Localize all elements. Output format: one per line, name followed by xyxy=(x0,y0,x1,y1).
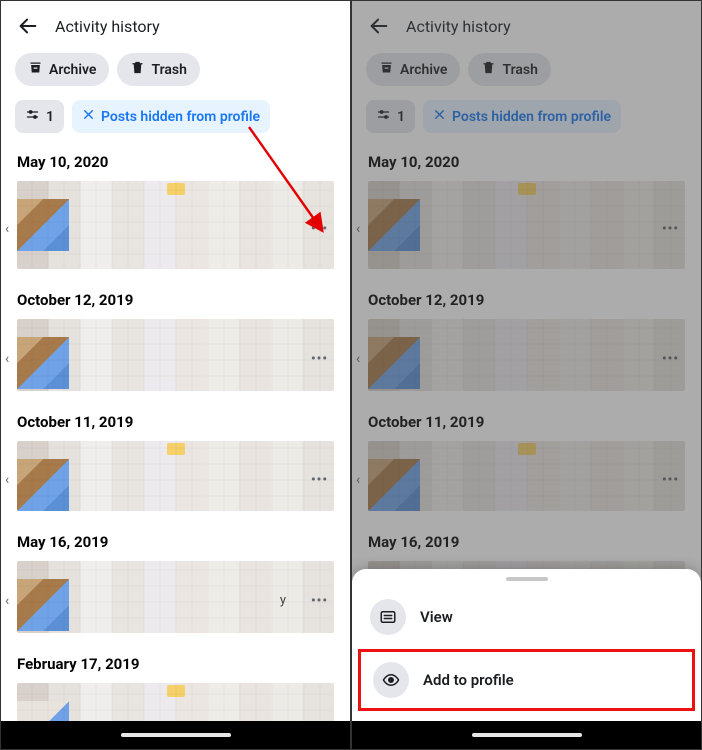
chevron-left-icon[interactable]: ‹ xyxy=(5,593,9,609)
post-preview xyxy=(17,181,334,269)
post-item[interactable]: ‹ ••• xyxy=(1,315,350,403)
action-sheet: View Add to profile xyxy=(352,569,701,721)
posts-hidden-label: Posts hidden from profile xyxy=(101,109,260,125)
sheet-grabber[interactable] xyxy=(506,577,548,581)
post-item[interactable]: ‹ ••• xyxy=(1,437,350,523)
menu-view-label: View xyxy=(420,608,453,626)
trash-button[interactable]: Trash xyxy=(117,53,199,86)
trash-label: Trash xyxy=(151,62,186,78)
post-preview xyxy=(17,561,334,633)
post-item[interactable]: ‹ ••• xyxy=(1,177,350,281)
archive-label: Archive xyxy=(49,62,96,78)
page-title: Activity history xyxy=(55,17,160,36)
pane-right: Activity history Archive Trash xyxy=(351,0,702,750)
menu-view[interactable]: View xyxy=(352,587,701,647)
filter-count: 1 xyxy=(46,109,54,125)
system-nav-bar xyxy=(352,721,701,749)
trash-icon xyxy=(130,60,145,79)
menu-add-to-profile-label: Add to profile xyxy=(423,671,514,689)
date-heading: October 12, 2019 xyxy=(1,281,350,315)
chevron-left-icon[interactable]: ‹ xyxy=(5,472,9,488)
chevron-left-icon[interactable]: ‹ xyxy=(5,351,9,367)
sliders-icon xyxy=(25,107,40,126)
truncated-text: y xyxy=(280,593,286,608)
filter-count-button[interactable]: 1 xyxy=(15,100,64,133)
home-indicator[interactable] xyxy=(121,733,231,737)
more-options-button[interactable]: ••• xyxy=(305,346,334,373)
archive-button[interactable]: Archive xyxy=(15,53,109,86)
archive-icon xyxy=(28,60,43,79)
post-item[interactable]: ‹ y ••• xyxy=(1,557,350,645)
menu-add-to-profile[interactable]: Add to profile xyxy=(358,649,695,711)
app-bar: Activity history xyxy=(1,1,350,47)
pane-left: Activity history Archive Trash xyxy=(0,0,351,750)
filter-row: 1 Posts hidden from profile xyxy=(1,96,350,143)
eye-icon xyxy=(373,662,409,698)
more-options-button[interactable]: ••• xyxy=(305,467,334,494)
close-icon[interactable] xyxy=(82,108,95,125)
chevron-left-icon[interactable]: ‹ xyxy=(5,221,9,237)
more-options-button[interactable]: ••• xyxy=(305,588,334,615)
posts-hidden-chip[interactable]: Posts hidden from profile xyxy=(72,100,270,133)
date-heading: February 17, 2019 xyxy=(1,645,350,679)
more-options-button[interactable]: ••• xyxy=(305,216,334,243)
action-row: Archive Trash xyxy=(1,47,350,96)
system-nav-bar xyxy=(1,721,350,749)
home-indicator[interactable] xyxy=(472,733,582,737)
date-heading: May 16, 2019 xyxy=(1,523,350,557)
post-preview xyxy=(17,319,334,391)
date-heading: May 10, 2020 xyxy=(1,143,350,177)
post-preview xyxy=(17,441,334,511)
back-icon[interactable] xyxy=(17,15,39,37)
date-heading: October 11, 2019 xyxy=(1,403,350,437)
view-icon xyxy=(370,599,406,635)
